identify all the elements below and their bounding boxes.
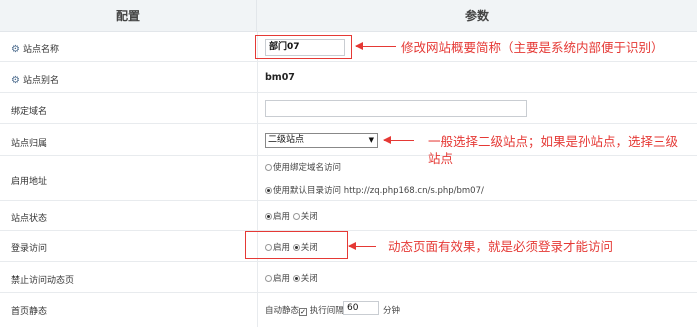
row-home-static: 首页静态 自动静态✓ 执行间隔 60 分钟	[0, 293, 697, 327]
config-table: 配置 参数	[0, 0, 697, 32]
enable-addr-opt2[interactable]: 使用默认目录访问 http://zq.php168.cn/s.php/bm07/	[265, 184, 484, 196]
row-site-alias: ⚙ 站点别名 bm07	[0, 62, 697, 93]
forbid-dynamic-off[interactable]: 关闭	[301, 274, 318, 284]
highlight-box-site-name	[255, 35, 352, 59]
gear-icon: ⚙	[11, 44, 20, 55]
interval-unit: 分钟	[383, 306, 401, 316]
home-static-label: 首页静态	[11, 307, 48, 317]
radio-selected-icon[interactable]	[265, 187, 272, 194]
row-site-status: 站点状态 启用 关闭	[0, 201, 697, 231]
site-status-label: 站点状态	[11, 214, 48, 224]
enable-addr-opt1[interactable]: 使用绑定域名访问	[265, 161, 341, 173]
bind-domain-label: 绑定域名	[11, 107, 48, 117]
radio-icon[interactable]	[265, 164, 272, 171]
note-login-access: 动态页面有效果，就是必须登录才能访问	[388, 239, 614, 254]
site-alias-label: 站点别名	[22, 76, 59, 86]
gear-icon: ⚙	[11, 75, 20, 86]
radio-selected-icon[interactable]	[292, 275, 300, 282]
forbid-dynamic-label: 禁止访问动态页	[11, 276, 75, 286]
arrow-icon	[355, 42, 396, 50]
enable-addr-label: 启用地址	[11, 177, 48, 187]
site-status-off[interactable]: 关闭	[301, 212, 318, 222]
site-parent-label: 站点归属	[11, 139, 48, 149]
radio-selected-icon[interactable]	[265, 213, 272, 220]
site-parent-select[interactable]: 二级站点 ▼	[265, 133, 378, 148]
radio-icon[interactable]	[265, 275, 272, 282]
site-status-options: 启用 关闭	[265, 210, 318, 222]
interval-input[interactable]: 60	[343, 301, 379, 315]
home-static-auto-label: 自动静态	[265, 306, 300, 316]
interval-label: 执行间隔	[309, 306, 344, 316]
radio-icon[interactable]	[292, 213, 300, 220]
forbid-dynamic-on[interactable]: 启用	[273, 274, 290, 284]
site-name-label: 站点名称	[22, 45, 59, 55]
header-config: 配置	[0, 0, 257, 32]
arrow-icon	[348, 242, 376, 250]
header-params: 参数	[464, 9, 489, 23]
arrow-icon	[383, 136, 414, 144]
site-status-on[interactable]: 启用	[273, 212, 290, 222]
note-site-name: 修改网站概要简称（主要是系统内部便于识别）	[401, 40, 664, 55]
checkbox-checked-icon[interactable]: ✓	[299, 308, 308, 316]
note-site-parent-2: 站点	[428, 151, 454, 166]
forbid-dynamic-options: 启用 关闭	[265, 272, 318, 284]
highlight-box-login-access	[245, 231, 348, 259]
site-alias-value: bm07	[265, 72, 295, 83]
home-static-options: 自动静态✓ 执行间隔	[265, 304, 344, 316]
row-forbid-dynamic: 禁止访问动态页 启用 关闭	[0, 262, 697, 293]
note-site-parent-1: 一般选择二级站点；如果是孙站点，选择三级	[428, 134, 679, 149]
dropdown-arrow-icon: ▼	[368, 136, 374, 144]
row-bind-domain: 绑定域名	[0, 93, 697, 124]
site-parent-selected: 二级站点	[268, 135, 305, 145]
row-enable-addr: 启用地址 使用绑定域名访问 使用默认目录访问 http://zq.php168.…	[0, 156, 697, 201]
table-header: 配置 参数	[0, 0, 697, 32]
bind-domain-input[interactable]	[265, 100, 527, 117]
login-access-label: 登录访问	[11, 244, 48, 254]
